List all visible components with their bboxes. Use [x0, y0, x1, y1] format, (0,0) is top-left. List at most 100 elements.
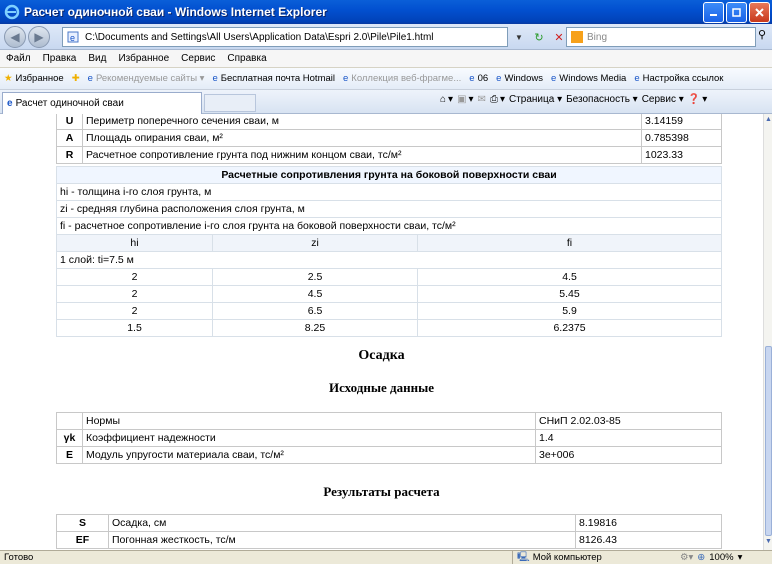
refresh-icon: ↻ [534, 31, 544, 44]
table-row: S Осадка, см 8.19816 [56, 514, 722, 532]
status-text: Готово [4, 552, 34, 563]
menu-tools[interactable]: Сервис [175, 53, 221, 64]
new-tab-button[interactable] [204, 94, 256, 112]
hi-cell: 2 [56, 268, 213, 286]
fav-windows-media[interactable]: e Windows Media [547, 73, 630, 84]
zi-cell: 4.5 [212, 285, 418, 303]
scroll-down-icon[interactable]: ▼ [764, 538, 772, 548]
value-cell: 1.4 [535, 429, 722, 447]
page-menu[interactable]: Страница ▾ [509, 94, 562, 105]
zoom-icon: ⊕ [697, 552, 706, 563]
printer-icon: ⎙ [489, 94, 498, 105]
hi-cell: 2 [56, 285, 213, 303]
symbol-cell: U [56, 114, 83, 130]
tools-menu[interactable]: Сервис ▾ [642, 94, 684, 105]
fav-customize-links[interactable]: e Настройка ссылок [630, 73, 727, 84]
forward-arrow-icon: ▶ [34, 30, 44, 44]
close-button[interactable] [749, 2, 770, 23]
ie-page-icon: e [469, 73, 475, 84]
fav-webslices[interactable]: e Коллекция веб-фрагме... [339, 73, 465, 84]
safety-menu[interactable]: Безопасность ▾ [566, 94, 638, 105]
minimize-icon [710, 14, 717, 16]
fav-label: Windows [504, 73, 543, 84]
home-icon: ⌂ [440, 94, 447, 105]
fav-06[interactable]: e 06 [465, 73, 492, 84]
maximize-icon [732, 8, 741, 17]
menu-file[interactable]: Файл [0, 53, 37, 64]
table-row: 2 6.5 5.9 [56, 302, 722, 320]
print-button[interactable]: ⎙ ▾ [490, 94, 505, 105]
menu-view[interactable]: Вид [82, 53, 112, 64]
favorites-button[interactable]: ★ Избранное [0, 73, 68, 84]
desc-cell: Осадка, см [108, 514, 576, 532]
ie-tab-icon: e [7, 98, 13, 109]
fav-hotmail[interactable]: e Бесплатная почта Hotmail [208, 73, 339, 84]
value-cell: 8126.43 [575, 531, 722, 549]
settlement-title: Осадка [358, 348, 405, 363]
layer-label: 1 слой: ti=7.5 м [56, 251, 722, 269]
ie-page-icon: e [634, 73, 640, 84]
pile-params-table: U Периметр поперечного сечения сваи, м 3… [56, 114, 722, 164]
table-row: Нормы СНиП 2.02.03-85 [56, 412, 722, 430]
symbol-cell: S [56, 514, 109, 532]
desc-cell: Модуль упругости материала сваи, тс/м² [82, 446, 536, 464]
favorites-bar: ★ Избранное ✚ e Рекомендуемые сайты ▾ e Бе… [0, 68, 772, 90]
back-button[interactable]: ◀ [4, 26, 26, 48]
feeds-button[interactable]: ▣ ▾ [457, 94, 473, 105]
search-button[interactable]: ⚲ [758, 28, 772, 46]
zoom-control[interactable]: ⚙▾ ⊕ 100% ▾ [680, 552, 742, 563]
security-zone[interactable]: 🖳 Мой компьютер [512, 550, 642, 564]
fi-cell: 4.5 [417, 268, 722, 286]
menu-bar: Файл Правка Вид Избранное Сервис Справка [0, 50, 772, 68]
rss-icon: ▣ [457, 94, 467, 105]
maximize-button[interactable] [726, 2, 747, 23]
value-cell: 8.19816 [575, 514, 722, 532]
add-favorites-button[interactable]: ✚ [68, 73, 84, 84]
scroll-up-icon[interactable]: ▲ [764, 116, 772, 126]
desc-cell: Периметр поперечного сечения сваи, м [82, 114, 642, 130]
scrollbar-thumb[interactable] [765, 346, 772, 536]
help-button[interactable]: ❓ ▾ [688, 94, 707, 105]
table-row: R Расчетное сопротивление грунта под ниж… [56, 146, 722, 164]
favorites-label: Избранное [15, 73, 64, 84]
forward-button[interactable]: ▶ [28, 26, 50, 48]
results-title: Результаты расчета [323, 484, 440, 499]
fav-label: Бесплатная почта Hotmail [220, 73, 335, 84]
input-data-title: Исходные данные [328, 380, 435, 395]
zoom-level: 100% [709, 552, 734, 563]
desc-cell: Погонная жесткость, тс/м [108, 531, 576, 549]
fav-label: Windows Media [559, 73, 627, 84]
page-content: U Периметр поперечного сечения сваи, м 3… [0, 114, 763, 550]
menu-favorites[interactable]: Избранное [112, 53, 175, 64]
value-cell: 0.785398 [641, 129, 722, 147]
search-icon: ⚲ [758, 29, 767, 41]
mail-button[interactable]: ✉ [478, 94, 486, 105]
url-text: C:\Documents and Settings\All Users\Appl… [85, 31, 434, 43]
menu-edit[interactable]: Правка [37, 53, 83, 64]
hi-cell: 1.5 [56, 319, 213, 337]
home-button[interactable]: ⌂ ▾ [440, 94, 453, 105]
ie-page-icon: e [496, 73, 502, 84]
stop-icon: ✕ [554, 31, 564, 44]
fav-label: Рекомендуемые сайты ▾ [95, 73, 205, 84]
fav-label: Коллекция веб-фрагме... [351, 73, 462, 84]
side-resistance-table: Расчетные сопротивления грунта на боково… [56, 166, 722, 337]
fav-windows[interactable]: e Windows [492, 73, 547, 84]
menu-help[interactable]: Справка [221, 53, 272, 64]
tab-label: Расчет одиночной сваи [15, 98, 124, 109]
dropdown-button[interactable]: ▼ [510, 28, 528, 46]
table-row: E Модуль упругости материала сваи, тс/м²… [56, 446, 722, 464]
mail-icon: ✉ [477, 94, 486, 105]
url-field[interactable]: e C:\Documents and Settings\All Users\Ap… [62, 27, 508, 47]
address-bar: ◀ ▶ e C:\Documents and Settings\All User… [0, 24, 772, 50]
search-input[interactable]: Bing [566, 27, 756, 47]
fav-suggested-sites[interactable]: e Рекомендуемые сайты ▾ [84, 73, 209, 84]
add-favorite-icon: ✚ [71, 73, 80, 84]
tab-pile-calc[interactable]: e Расчет одиночной сваи [2, 92, 202, 114]
zi-cell: 8.25 [212, 319, 418, 337]
vertical-scrollbar[interactable]: ▲ ▼ [763, 114, 772, 550]
value-cell: 3e+006 [535, 446, 722, 464]
minimize-button[interactable] [703, 2, 724, 23]
symbol-cell: E [56, 446, 83, 464]
refresh-button[interactable]: ↻ [530, 28, 548, 46]
